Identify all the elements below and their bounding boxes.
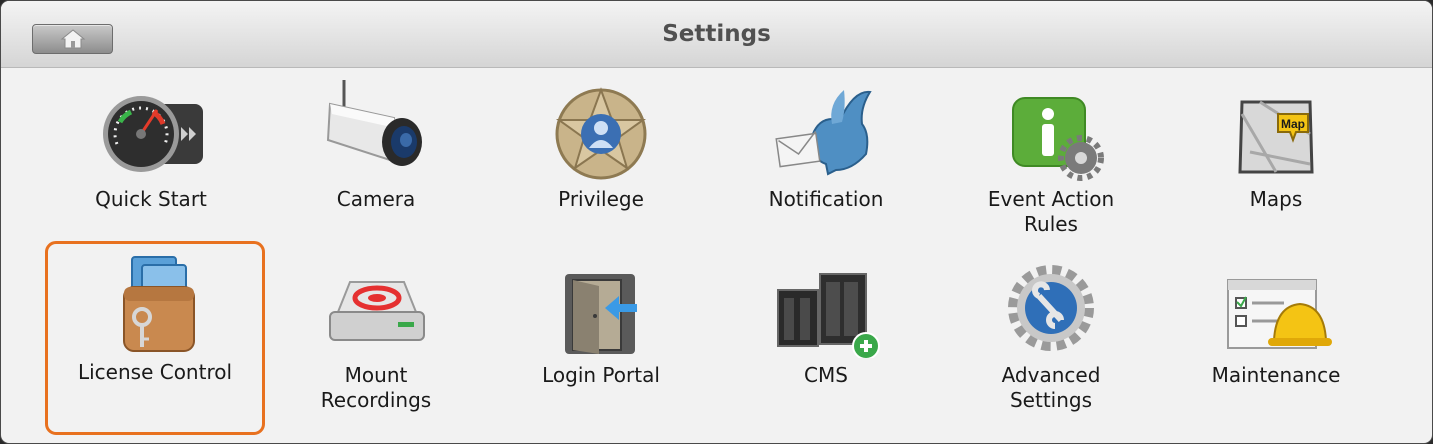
door-arrow-icon bbox=[565, 274, 637, 354]
settings-item-label: Maps bbox=[1249, 187, 1303, 211]
security-camera-icon bbox=[326, 80, 422, 166]
settings-item-quick-start[interactable]: Quick Start bbox=[41, 68, 261, 262]
settings-item-maintenance[interactable]: Maintenance bbox=[1166, 244, 1386, 438]
settings-item-mount-recordings[interactable]: Mount Recordings bbox=[266, 244, 486, 438]
title-bar: Settings bbox=[1, 1, 1432, 68]
settings-item-advanced-settings[interactable]: Advanced Settings bbox=[941, 244, 1161, 438]
window-title: Settings bbox=[662, 21, 771, 47]
wallet-key-icon bbox=[123, 256, 195, 352]
settings-item-label: Event Action Rules bbox=[987, 187, 1115, 236]
storage-drive-icon bbox=[329, 281, 425, 341]
settings-item-notification[interactable]: Notification bbox=[716, 68, 936, 262]
nas-servers-add-icon bbox=[777, 273, 880, 360]
settings-item-label: CMS bbox=[804, 363, 848, 387]
settings-item-label: Quick Start bbox=[95, 187, 207, 211]
settings-item-event-action-rules[interactable]: Event Action Rules bbox=[941, 68, 1161, 262]
settings-item-label: License Control bbox=[77, 360, 233, 384]
settings-item-privilege[interactable]: Privilege bbox=[491, 68, 711, 262]
speedometer-icon bbox=[103, 96, 203, 172]
settings-item-label: Privilege bbox=[558, 187, 644, 211]
settings-grid: Quick Start Camera Privilege Notificatio… bbox=[1, 68, 1432, 443]
settings-item-license-control[interactable]: License Control bbox=[45, 241, 265, 435]
settings-window: Settings Quick Start Camera Privilege No… bbox=[0, 0, 1433, 444]
hardhat-checklist-icon bbox=[1227, 279, 1332, 349]
settings-item-label: Camera bbox=[336, 187, 416, 211]
settings-item-maps[interactable]: Map Maps bbox=[1166, 68, 1386, 262]
settings-item-label: Mount Recordings bbox=[320, 363, 432, 412]
svg-text:Map: Map bbox=[1281, 117, 1305, 131]
settings-item-label: Advanced Settings bbox=[1001, 363, 1101, 412]
settings-item-label: Login Portal bbox=[542, 363, 660, 387]
map-icon: Map bbox=[1238, 100, 1314, 174]
settings-item-cms[interactable]: CMS bbox=[716, 244, 936, 438]
bird-with-envelope-icon bbox=[775, 90, 872, 176]
settings-item-label: Notification bbox=[768, 187, 884, 211]
settings-item-login-portal[interactable]: Login Portal bbox=[491, 244, 711, 438]
info-gear-icon bbox=[1012, 97, 1104, 181]
settings-item-camera[interactable]: Camera bbox=[266, 68, 486, 262]
wrench-gear-icon bbox=[1008, 265, 1094, 351]
sheriff-badge-icon bbox=[555, 87, 647, 180]
settings-item-label: Maintenance bbox=[1211, 363, 1341, 387]
